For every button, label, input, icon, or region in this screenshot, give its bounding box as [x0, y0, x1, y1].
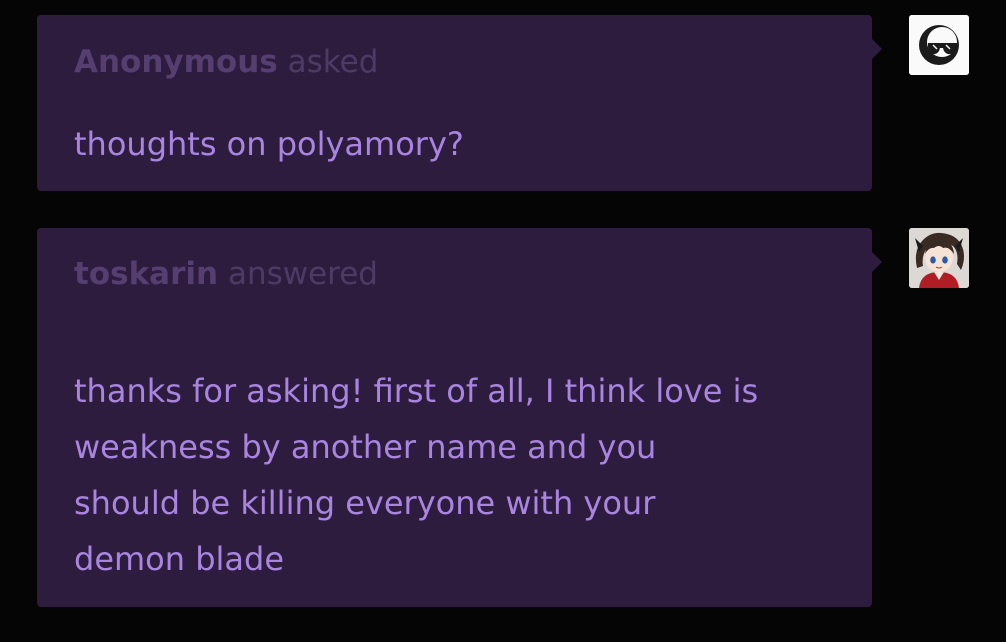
- answer-line: demon blade: [74, 540, 285, 578]
- answer-line: weakness by another name and you: [74, 428, 657, 466]
- answer-text: thanks for asking! first of all, I think…: [74, 363, 758, 587]
- anonymous-sunglasses-icon: [909, 15, 969, 75]
- answer-verb: answered: [227, 256, 378, 292]
- question-text: thoughts on polyamory?: [74, 125, 464, 163]
- ask-verb: asked: [287, 44, 379, 80]
- ask-byline: Anonymous asked: [74, 44, 378, 80]
- anime-character-avatar: [909, 228, 969, 288]
- answer-bubble: toskarin answered thanks for asking! fir…: [37, 228, 882, 607]
- answer-byline: toskarin answered: [74, 256, 378, 292]
- answer-line: should be killing everyone with your: [74, 484, 656, 522]
- anonymous-avatar[interactable]: [909, 15, 969, 75]
- toskarin-avatar[interactable]: [909, 228, 969, 288]
- answer-line: thanks for asking! first of all, I think…: [74, 372, 759, 410]
- responder-name[interactable]: toskarin: [74, 256, 218, 292]
- ask-bubble: Anonymous asked thoughts on polyamory?: [37, 15, 882, 191]
- asker-name[interactable]: Anonymous: [74, 44, 278, 80]
